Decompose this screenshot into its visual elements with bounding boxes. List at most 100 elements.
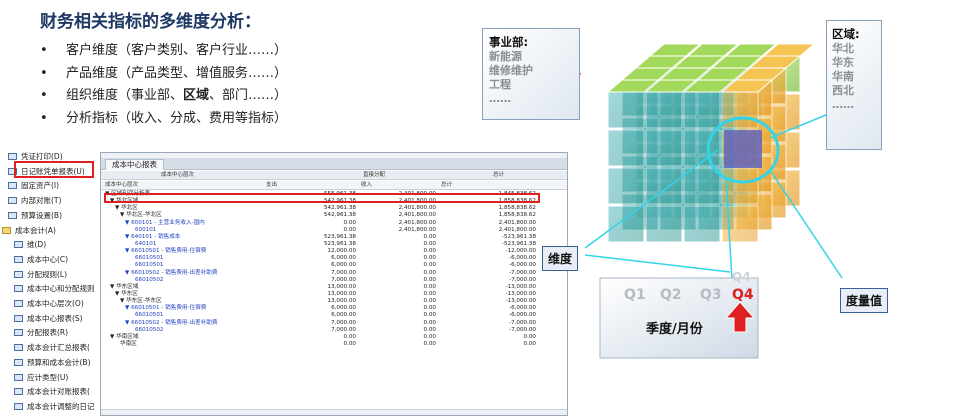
cube-cell (645, 91, 683, 129)
row-expense: 6,000.00 (331, 305, 356, 312)
tab-cost-center-report[interactable]: 成本中心报表 (105, 159, 164, 170)
dimension-tag: 维度 (542, 246, 579, 271)
row-label: 66010502 (135, 276, 164, 283)
slide-title: 财务相关指标的多维度分析： (40, 12, 261, 32)
nav-item-label: 凭证打印(D) (21, 152, 63, 161)
olap-cube-diagram: 事业部: 新能源 维修维护 工程 …… 区域: 华北 华东 华南 西北 …… 维… (470, 10, 956, 416)
row-income: 0.00 (423, 305, 436, 312)
region-box: 区域: 华北 华东 华南 西北 …… (826, 20, 882, 150)
cube-cell (645, 129, 683, 167)
nav-item-label: 预算和成本会计(B) (27, 357, 91, 367)
report-icon (8, 153, 17, 160)
bullet-product: • 产品维度（产品类型、增值服务……） (40, 65, 288, 81)
bullet-list: • 客户维度（客户类别、客户行业……） • 产品维度（产品类型、增值服务……） • 组… (40, 40, 287, 130)
row-expense: 6,000.00 (331, 255, 356, 262)
row-label: 66010501 (135, 262, 164, 269)
row-label: 600101 (135, 226, 157, 233)
report-icon (14, 314, 23, 322)
region-item: 华南 (832, 70, 854, 83)
region-item: 华东 (832, 56, 854, 69)
report-icon (14, 300, 23, 307)
nav-item-label: 固定资产(I) (21, 181, 60, 191)
cube-cell (607, 91, 645, 129)
row-income: 0.00 (423, 248, 436, 255)
measure-tag: 度量值 (840, 288, 889, 313)
subcol-total[interactable]: 总计 (441, 181, 452, 190)
row-label: ▼ 华南区域 (110, 333, 139, 340)
subcol-expense[interactable]: 支出 (266, 181, 277, 190)
report-icon (8, 182, 17, 190)
row-expense: 12,000.00 (327, 248, 356, 255)
region-item: …… (832, 98, 854, 111)
nav-item-label: 分配规则(L) (27, 269, 68, 279)
row-income: 0.00 (423, 333, 436, 340)
nav-item-label: 成本中心(C) (27, 254, 69, 264)
row-expense: 6,000.00 (331, 312, 356, 319)
row-expense: 7,000.00 (331, 276, 356, 283)
quarter-ghost: Q4 (732, 270, 751, 284)
row-label: ▼ 600101 - 主营业务收入-国内 (125, 219, 205, 226)
region-title: 区域: (832, 27, 860, 41)
quarter-q2: Q2 (660, 287, 682, 303)
report-icon (14, 329, 23, 337)
report-icon (14, 373, 23, 381)
nav-item[interactable]: 成本会计调整的日记 (14, 398, 95, 415)
subcol-hierarchy[interactable]: 成本中心层次 (105, 181, 138, 190)
region-item: 华北 (832, 42, 854, 55)
row-income: 2,401,800.00 (398, 226, 436, 233)
report-icon (14, 270, 23, 278)
row-expense: 6,000.00 (331, 262, 356, 269)
row-income: 0.00 (423, 298, 436, 305)
quarter-q3: Q3 (700, 287, 722, 303)
row-label: ▼ 640101 - 销售成本 (125, 233, 181, 240)
cube-cell (607, 129, 645, 167)
subcol-income[interactable]: 收入 (361, 181, 372, 190)
nav-item-label: 成本会计对账报表( (27, 387, 90, 397)
nav-tree: 凭证打印(D) 日记账凭单报表(U) 固定资产(I) 内部对账(T) 预算设置(B) 成本… (0, 150, 100, 416)
row-income: 0.00 (423, 319, 436, 326)
col-hierarchy-header[interactable]: 成本中心层次 (161, 171, 194, 180)
business-unit-item: 新能源 (489, 50, 522, 63)
row-income: 2,401,800.00 (398, 205, 436, 212)
row-expense: 542,961.38 (323, 212, 356, 219)
row-income: 0.00 (423, 240, 436, 247)
report-icon (14, 344, 23, 352)
nav-item-label: 分配报表(R) (27, 328, 69, 338)
col-direct-header[interactable]: 直接分配 (363, 171, 385, 180)
row-label: 66010501 (135, 312, 164, 319)
selected-item-highlight (14, 161, 94, 178)
row-label: ▼ 华北区-华北区 (120, 212, 162, 219)
report-icon (14, 388, 23, 396)
row-expense: 523,961.38 (323, 233, 356, 240)
row-label: 66010502 (135, 326, 164, 333)
row-expense: 13,000.00 (327, 283, 356, 290)
report-icon (14, 285, 23, 293)
cube-cell (683, 205, 721, 243)
row-income: 0.00 (423, 283, 436, 290)
nav-item-label: 内部对账(T) (21, 196, 62, 206)
row-expense: 523,961.38 (323, 240, 356, 247)
row-expense: 7,000.00 (331, 319, 356, 326)
row-label: ▼ 华东区域 (110, 283, 139, 290)
row-expense: 7,000.00 (331, 269, 356, 276)
row-label: ▼ 66010502 - 销售费用-出差补助费 (125, 269, 218, 276)
business-unit-title: 事业部: (489, 35, 529, 49)
row-label: ▼ 66010502 - 销售费用-出差补助费 (125, 319, 218, 326)
row-expense: 7,000.00 (331, 326, 356, 333)
row-expense: 13,000.00 (327, 290, 356, 297)
row-income: 0.00 (423, 340, 436, 347)
bullet-customer: • 客户维度（客户类别、客户行业……） (40, 43, 288, 58)
nav-item-label: 成本会计汇总报表( (27, 343, 90, 353)
report-icon (8, 211, 17, 219)
report-icon (8, 197, 17, 205)
report-icon (14, 241, 23, 249)
row-expense: 0.00 (343, 219, 356, 226)
business-unit-item: 工程 (489, 78, 511, 91)
row-income: 0.00 (423, 262, 436, 269)
business-unit-item: 维修维护 (489, 64, 533, 77)
row-income: 0.00 (423, 255, 436, 262)
cube-cell (645, 205, 683, 243)
nav-item-label: 应计类型(U) (27, 372, 69, 382)
cube-cell (683, 129, 721, 167)
dimension-line-2 (584, 254, 731, 273)
